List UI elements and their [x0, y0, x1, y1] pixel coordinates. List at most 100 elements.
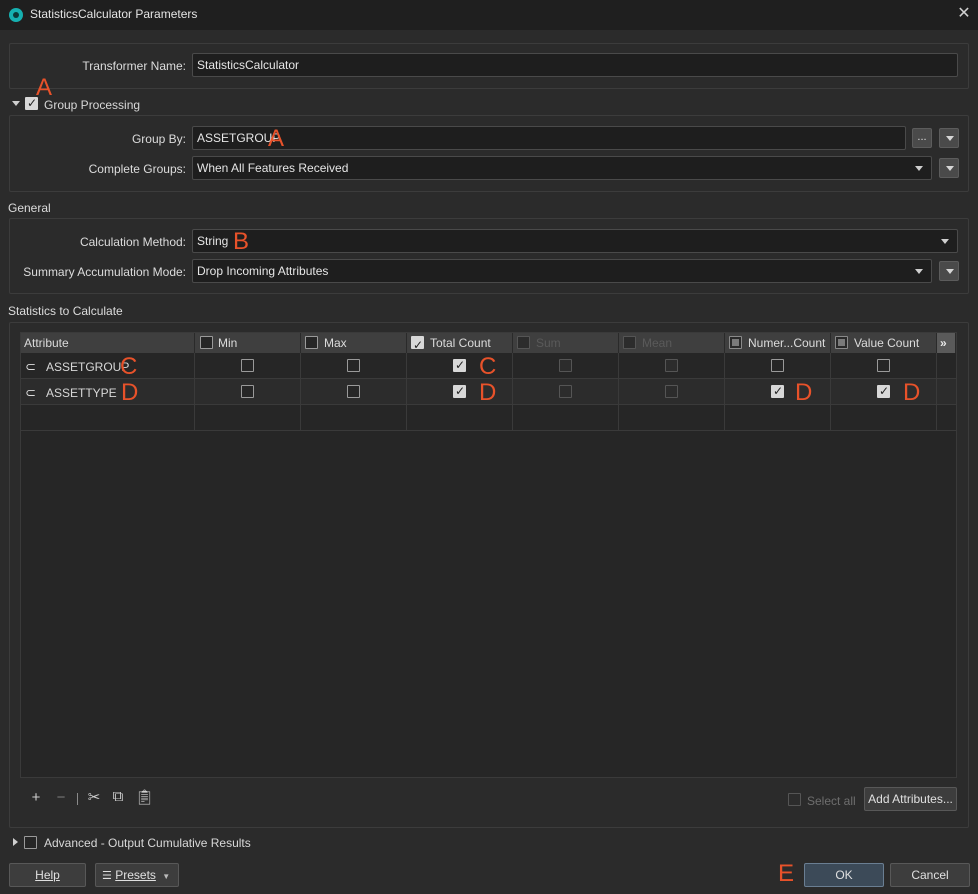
- assetgroup-sum-checkbox: [559, 359, 572, 372]
- select-all-label: Select all: [807, 794, 856, 808]
- assettype-min-checkbox[interactable]: [241, 385, 254, 398]
- total-count-header-checkbox[interactable]: [411, 335, 424, 355]
- chevron-down-icon: [941, 239, 949, 244]
- ok-button[interactable]: OK: [804, 863, 884, 887]
- accum-mode-menu-button[interactable]: [939, 261, 959, 281]
- attribute-icon: ⊂: [25, 359, 36, 374]
- group-by-menu-button[interactable]: [939, 128, 959, 148]
- column-divider: [194, 353, 195, 431]
- column-header-max[interactable]: Max: [301, 333, 407, 353]
- chevron-down-icon: [915, 166, 923, 171]
- assettype-value-count-checkbox[interactable]: [877, 384, 890, 398]
- complete-groups-menu-button[interactable]: [939, 158, 959, 178]
- column-header-attribute[interactable]: Attribute: [21, 333, 195, 353]
- calc-method-label: Calculation Method:: [79, 235, 186, 249]
- annotation-a-2: A: [268, 125, 285, 152]
- expand-arrow-icon[interactable]: [13, 838, 18, 846]
- max-header-checkbox[interactable]: [305, 336, 318, 349]
- accum-mode-label: Summary Accumulation Mode:: [23, 265, 186, 279]
- general-title: General: [8, 201, 51, 215]
- annotation-b: B: [233, 228, 250, 255]
- annotation-c: C: [120, 353, 138, 380]
- attribute-name: ASSETTYPE: [46, 386, 117, 400]
- help-button[interactable]: Help: [9, 863, 86, 887]
- assettype-total-count-checkbox[interactable]: [453, 384, 466, 398]
- accum-mode-select[interactable]: Drop Incoming Attributes: [192, 259, 932, 283]
- remove-row-icon[interactable]: −: [53, 789, 69, 806]
- annotation-a: A: [36, 74, 53, 101]
- chevron-down-icon: [915, 269, 923, 274]
- assetgroup-total-count-checkbox[interactable]: [453, 358, 466, 372]
- chevron-down-icon: [946, 136, 954, 141]
- annotation-d-4: D: [903, 379, 921, 406]
- accum-mode-value: Drop Incoming Attributes: [197, 264, 329, 278]
- column-header-value-count[interactable]: Value Count: [831, 333, 937, 353]
- sliders-icon: ☰: [102, 870, 112, 882]
- chevron-down-icon: [946, 269, 954, 274]
- column-header-min[interactable]: Min: [195, 333, 301, 353]
- assettype-sum-checkbox: [559, 385, 572, 398]
- numeric-count-header-checkbox[interactable]: [729, 336, 742, 349]
- window-title: StatisticsCalculator Parameters: [30, 7, 198, 21]
- calc-method-select[interactable]: String: [192, 229, 958, 253]
- advanced-label: Advanced - Output Cumulative Results: [44, 836, 251, 850]
- annotation-d: D: [121, 379, 139, 406]
- group-by-label: Group By:: [131, 132, 186, 146]
- cut-icon[interactable]: ✂: [85, 788, 103, 806]
- group-by-ellipsis-button[interactable]: ...: [912, 128, 932, 148]
- mean-header-checkbox: [623, 336, 636, 349]
- column-divider: [512, 353, 513, 431]
- group-processing-label: Group Processing: [44, 98, 141, 112]
- chevron-down-icon: [946, 166, 954, 171]
- assetgroup-value-count-checkbox[interactable]: [877, 359, 890, 372]
- chevron-down-icon: ▼: [162, 872, 171, 881]
- table-row[interactable]: [21, 405, 956, 431]
- annotation-c-2: C: [479, 353, 497, 380]
- assetgroup-min-checkbox[interactable]: [241, 359, 254, 372]
- add-row-icon[interactable]: +: [28, 789, 44, 806]
- column-header-sum: Sum: [513, 333, 619, 353]
- calc-method-value: String: [197, 234, 229, 248]
- collapse-arrow-icon[interactable]: [12, 101, 20, 106]
- app-icon: [9, 8, 23, 22]
- assetgroup-mean-checkbox: [665, 359, 678, 372]
- complete-groups-select[interactable]: When All Features Received: [192, 156, 932, 180]
- assetgroup-numeric-count-checkbox[interactable]: [771, 359, 784, 372]
- select-all-checkbox: [788, 793, 801, 806]
- attribute-icon: ⊂: [25, 385, 36, 400]
- column-divider: [300, 353, 301, 431]
- paste-icon[interactable]: 📋︎: [135, 788, 154, 806]
- group-by-input[interactable]: ASSETGROUP: [192, 126, 906, 150]
- close-icon[interactable]: ✕: [954, 4, 974, 24]
- add-attributes-button[interactable]: Add Attributes...: [864, 787, 957, 811]
- assettype-mean-checkbox: [665, 385, 678, 398]
- transformer-name-label: Transformer Name:: [82, 59, 186, 73]
- column-divider: [830, 353, 831, 431]
- column-divider: [406, 353, 407, 431]
- column-divider: [618, 353, 619, 431]
- assettype-max-checkbox[interactable]: [347, 385, 360, 398]
- double-chevron-right-icon: »: [940, 336, 947, 350]
- attribute-name: ASSETGROUP: [46, 360, 130, 374]
- column-header-mean: Mean: [619, 333, 725, 353]
- column-header-numeric-count[interactable]: Numer...Count: [725, 333, 831, 353]
- presets-button[interactable]: ☰ Presets ▼: [95, 863, 179, 887]
- min-header-checkbox[interactable]: [200, 336, 213, 349]
- column-divider: [724, 353, 725, 431]
- more-columns-button[interactable]: »: [937, 333, 956, 353]
- column-header-total-count[interactable]: Total Count: [407, 333, 513, 355]
- assettype-numeric-count-checkbox[interactable]: [771, 384, 784, 398]
- annotation-d-2: D: [479, 379, 497, 406]
- transformer-name-input[interactable]: StatisticsCalculator: [192, 53, 958, 77]
- cancel-button[interactable]: Cancel: [890, 863, 970, 887]
- value-count-header-checkbox[interactable]: [835, 336, 848, 349]
- column-divider: [936, 353, 937, 431]
- stats-table: Attribute Min Max Total Count Sum Mean N…: [20, 332, 957, 778]
- stats-title: Statistics to Calculate: [8, 304, 123, 318]
- complete-groups-value: When All Features Received: [197, 161, 349, 175]
- assetgroup-max-checkbox[interactable]: [347, 359, 360, 372]
- copy-icon[interactable]: ⧉: [110, 788, 126, 805]
- sum-header-checkbox: [517, 336, 530, 349]
- complete-groups-label: Complete Groups:: [88, 162, 186, 176]
- advanced-checkbox[interactable]: [24, 836, 37, 849]
